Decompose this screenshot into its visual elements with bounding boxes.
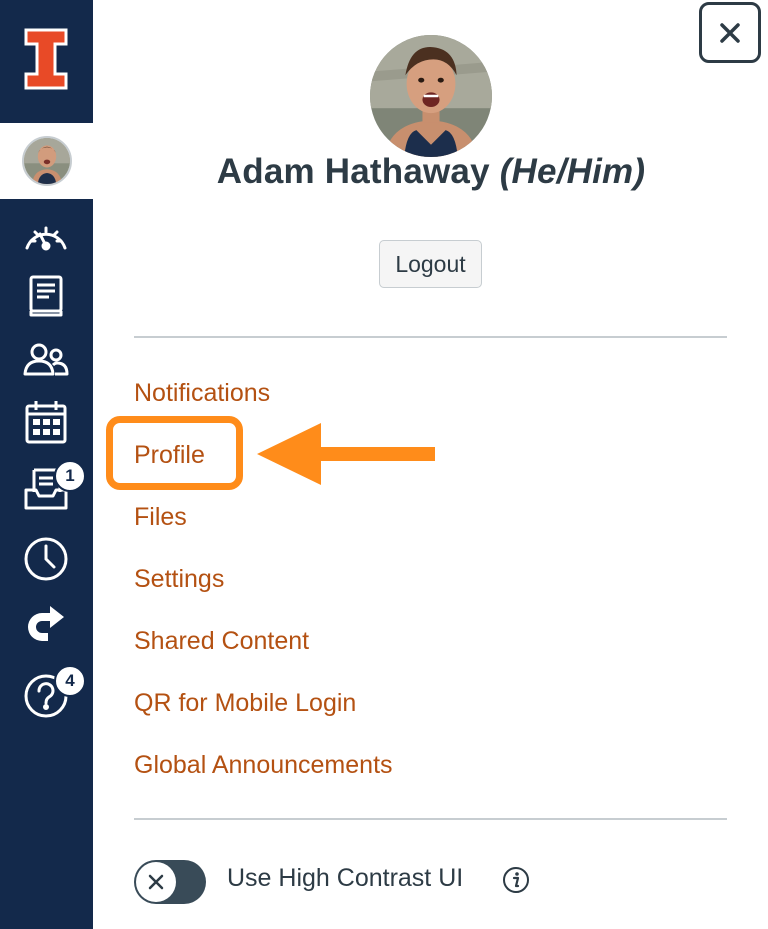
profile-avatar <box>370 35 492 157</box>
global-announcements-link[interactable]: Global Announcements <box>134 751 393 780</box>
menu-item-notifications: Notifications <box>134 362 393 424</box>
nav-account[interactable] <box>0 123 93 199</box>
courses-icon <box>29 275 63 317</box>
inbox-unread-badge: 1 <box>54 460 86 492</box>
help-badge: 4 <box>54 665 86 697</box>
files-link[interactable]: Files <box>134 503 187 532</box>
shared-content-link[interactable]: Shared Content <box>134 627 309 656</box>
block-i-logo-icon <box>24 28 68 90</box>
history-icon <box>24 537 68 581</box>
close-tray-button[interactable] <box>699 2 761 63</box>
nav-commons[interactable] <box>22 603 70 651</box>
global-nav: 1 4 <box>0 0 93 929</box>
qr-mobile-login-link[interactable]: QR for Mobile Login <box>134 689 356 718</box>
high-contrast-label: Use High Contrast UI <box>227 864 464 892</box>
avatar-photo-icon <box>24 138 70 184</box>
user-name-text: Adam Hathaway <box>216 152 490 191</box>
menu-item-qr-login: QR for Mobile Login <box>134 672 393 734</box>
divider <box>134 336 727 338</box>
info-icon[interactable] <box>502 866 530 894</box>
nav-dashboard[interactable] <box>22 210 70 258</box>
university-logo[interactable] <box>0 0 93 123</box>
profile-highlight-box <box>106 416 243 490</box>
high-contrast-toggle[interactable] <box>134 860 206 904</box>
close-icon <box>720 22 740 43</box>
menu-item-global-announcements: Global Announcements <box>134 734 393 796</box>
user-pronouns: (He/Him) <box>499 152 646 191</box>
notifications-link[interactable]: Notifications <box>134 379 270 408</box>
account-avatar <box>22 136 72 186</box>
nav-groups[interactable] <box>22 335 70 383</box>
user-display-name: Adam Hathaway (He/Him) <box>134 152 728 192</box>
settings-link[interactable]: Settings <box>134 565 224 594</box>
divider-bottom <box>134 818 727 820</box>
calendar-icon <box>25 401 67 444</box>
dashboard-icon <box>25 226 67 251</box>
toggle-off-x-icon <box>148 874 164 890</box>
logout-button[interactable]: Logout <box>379 240 482 288</box>
nav-courses[interactable] <box>22 272 70 320</box>
profile-photo-icon <box>370 35 492 157</box>
groups-icon <box>23 343 69 376</box>
nav-history[interactable] <box>22 535 70 583</box>
pointer-arrow-icon <box>257 423 435 485</box>
menu-item-settings: Settings <box>134 548 393 610</box>
nav-calendar[interactable] <box>22 398 70 446</box>
menu-item-shared-content: Shared Content <box>134 610 393 672</box>
commons-icon <box>28 606 64 641</box>
menu-item-files: Files <box>134 486 393 548</box>
toggle-knob <box>136 862 176 902</box>
high-contrast-setting: Use High Contrast UI <box>134 856 734 908</box>
